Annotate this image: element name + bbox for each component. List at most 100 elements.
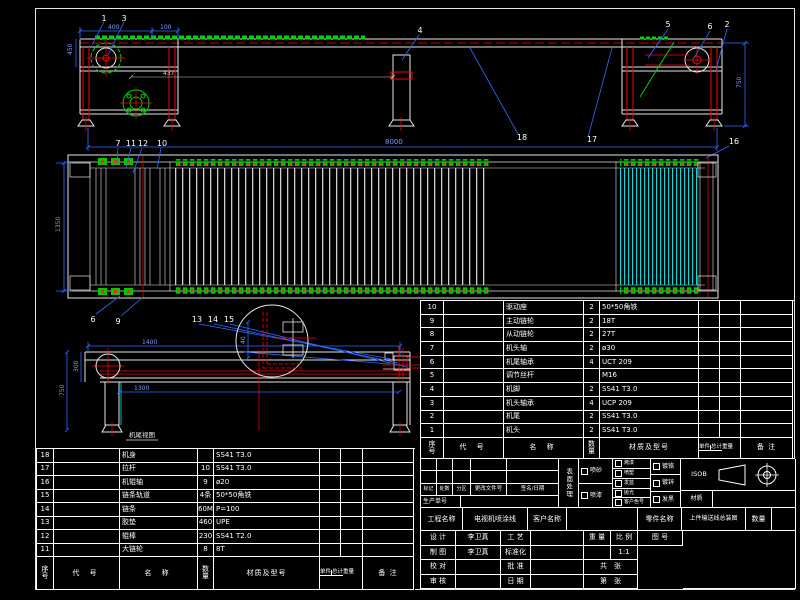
dim-detail: 40 <box>240 336 247 344</box>
bom-total <box>720 369 741 384</box>
bom-total <box>341 489 363 503</box>
bom-unit <box>699 314 720 329</box>
bom-total <box>720 301 741 315</box>
bom-unit <box>320 462 341 476</box>
bom-spec: UCT 209 <box>600 355 699 370</box>
bom-table-right: 10 驱动座 2 50*50角铁 9 主动链轮 2 18T 8 从动链轮 2 27T 7 机头轴 2 ø… <box>420 300 794 459</box>
bom-spec: SS41 T3.0 <box>214 462 320 476</box>
bom-unit <box>699 355 720 370</box>
review-name <box>456 574 501 589</box>
part-name-value: 上件输送线总装图 <box>682 508 746 531</box>
revision-cell <box>421 459 437 471</box>
roller-field-tail <box>620 168 700 285</box>
bom-header-notes: 备 注 <box>741 437 793 459</box>
craft-label: 工 艺 <box>501 531 531 546</box>
revision-cell <box>437 459 453 471</box>
bom-code <box>444 301 504 315</box>
bom-qty: 8 <box>198 543 214 557</box>
bom-name: 从动链轮 <box>504 328 584 343</box>
bom-notes <box>741 383 793 397</box>
bom-header-seq: 序号 <box>37 557 54 590</box>
balloon-13: 13 <box>192 315 202 324</box>
bom-name: 机头 <box>504 424 584 438</box>
checkbox-icon <box>653 479 660 487</box>
bom-code <box>54 516 120 530</box>
dim-head-w2: 100 <box>160 24 172 31</box>
bom-unit <box>320 503 341 517</box>
bom-seq: 1 <box>421 424 444 438</box>
bom-unit <box>320 530 341 544</box>
bom-spec: 18T <box>600 314 699 329</box>
surface-option: 烤漆 <box>613 459 651 469</box>
bom-spec: P=100 <box>214 503 320 517</box>
bom-unit <box>320 476 341 490</box>
bom-seq: 13 <box>37 516 54 530</box>
balloon-9: 9 <box>115 317 120 326</box>
bom-spec: ø20 <box>214 476 320 490</box>
bom-unit <box>699 301 720 315</box>
tail-sprocket-takeup <box>639 41 711 98</box>
bom-code <box>444 410 504 425</box>
bom-code <box>444 342 504 356</box>
bom-seq: 15 <box>37 489 54 503</box>
bom-code <box>444 328 504 343</box>
balloon-4: 4 <box>417 26 422 35</box>
bom-name: 机身 <box>120 449 198 463</box>
bom-header-code: 代 号 <box>444 437 504 459</box>
bom-spec: 50*50角铁 <box>214 489 320 503</box>
bom-code <box>444 355 504 370</box>
surface-option: 客户色号 <box>613 498 651 508</box>
checkbox-icon <box>615 489 622 497</box>
bom-name: 拉杆 <box>120 462 198 476</box>
bom-code <box>444 396 504 411</box>
iso-label: ISOB <box>691 469 707 478</box>
bom-unit <box>699 328 720 343</box>
design-label: 设 计 <box>421 531 456 546</box>
bom-total <box>720 355 741 370</box>
detail-circle: 40 <box>235 304 316 378</box>
bom-qty: 2 <box>584 314 600 329</box>
scale-label: 比 例 <box>611 531 638 546</box>
bom-notes <box>363 489 414 503</box>
bom-seq: 11 <box>37 543 54 557</box>
revision-cell <box>437 471 453 484</box>
bom-unit <box>320 516 341 530</box>
surface-option: 喷漆 <box>579 484 613 508</box>
bom-header-name: 名 称 <box>504 437 584 459</box>
bom-name: 调节丝杆 <box>504 369 584 384</box>
bom-total <box>720 396 741 411</box>
bom-notes <box>363 516 414 530</box>
bom-name: 机脚 <box>504 383 584 397</box>
revision-cell <box>453 459 471 471</box>
balloon-18: 18 <box>517 133 527 142</box>
bom-header-qty: 数量 <box>198 557 214 590</box>
production-no-value <box>461 496 559 508</box>
bom-code <box>54 503 120 517</box>
check-label: 校 对 <box>421 560 456 575</box>
bom-total <box>720 383 741 397</box>
surface-option: 镀铬 <box>651 459 681 475</box>
balloon-1: 1 <box>101 14 106 23</box>
bom-qty: 230 <box>198 530 214 544</box>
bom-notes <box>363 449 414 463</box>
bom-header-weight: 单件 总计 重量 <box>699 437 741 459</box>
dim-total-length: 8000 <box>385 138 403 146</box>
title-block: 标记 处数 分区 更改文件号 签名/日期 生产单号 表面处理 喷砂 喷漆 烤漆 … <box>420 458 796 589</box>
bom-code <box>444 383 504 397</box>
revision-mark-label: 标记 <box>421 484 437 496</box>
bom-total <box>720 314 741 329</box>
surface-option: 喷砂 <box>579 459 613 484</box>
approve-label: 批 准 <box>501 560 531 575</box>
surface-treatment-label: 表面处理 <box>559 459 579 508</box>
bom-name: 驱动座 <box>504 301 584 315</box>
bom-name: 辊棒 <box>120 530 198 544</box>
surface-option: 喷塑 <box>613 469 651 479</box>
dim-tail-w: 1400 <box>142 339 157 346</box>
revision-changeno-label: 更改文件号 <box>471 484 507 496</box>
bom-spec: SS41 T3.0 <box>600 410 699 425</box>
surface-option: 发黑 <box>651 492 681 508</box>
balloon-17: 17 <box>587 135 597 144</box>
dim-tail-h1: 300 <box>73 360 80 372</box>
revision-cell <box>471 459 507 471</box>
bom-spec: M16 <box>600 369 699 384</box>
